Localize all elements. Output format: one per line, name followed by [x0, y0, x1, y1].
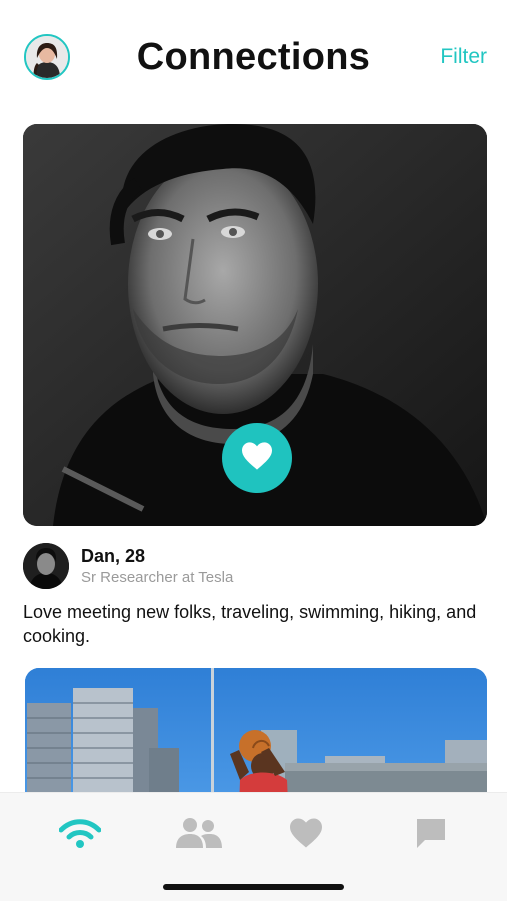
tab-likes[interactable]: [281, 815, 331, 855]
profile-summary[interactable]: Dan, 28 Sr Researcher at Tesla: [23, 543, 487, 591]
filter-button[interactable]: Filter: [440, 45, 487, 69]
heart-icon: [240, 441, 274, 476]
tab-people[interactable]: [174, 815, 224, 855]
profile-job: Sr Researcher at Tesla: [81, 569, 234, 586]
app-header: Connections Filter: [0, 0, 507, 118]
profile-bio: Love meeting new folks, traveling, swimm…: [23, 602, 477, 646]
home-indicator: [163, 884, 344, 890]
people-icon: [175, 816, 223, 855]
tab-chat[interactable]: [406, 815, 456, 855]
chat-icon: [414, 816, 448, 855]
profile-avatar[interactable]: [23, 543, 69, 589]
heart-icon: [288, 817, 324, 854]
profile-name: Dan, 28: [81, 546, 146, 566]
tab-discover[interactable]: [55, 815, 105, 855]
signal-icon: [58, 817, 102, 854]
page-title: Connections: [136, 36, 371, 78]
like-button[interactable]: [222, 423, 292, 493]
